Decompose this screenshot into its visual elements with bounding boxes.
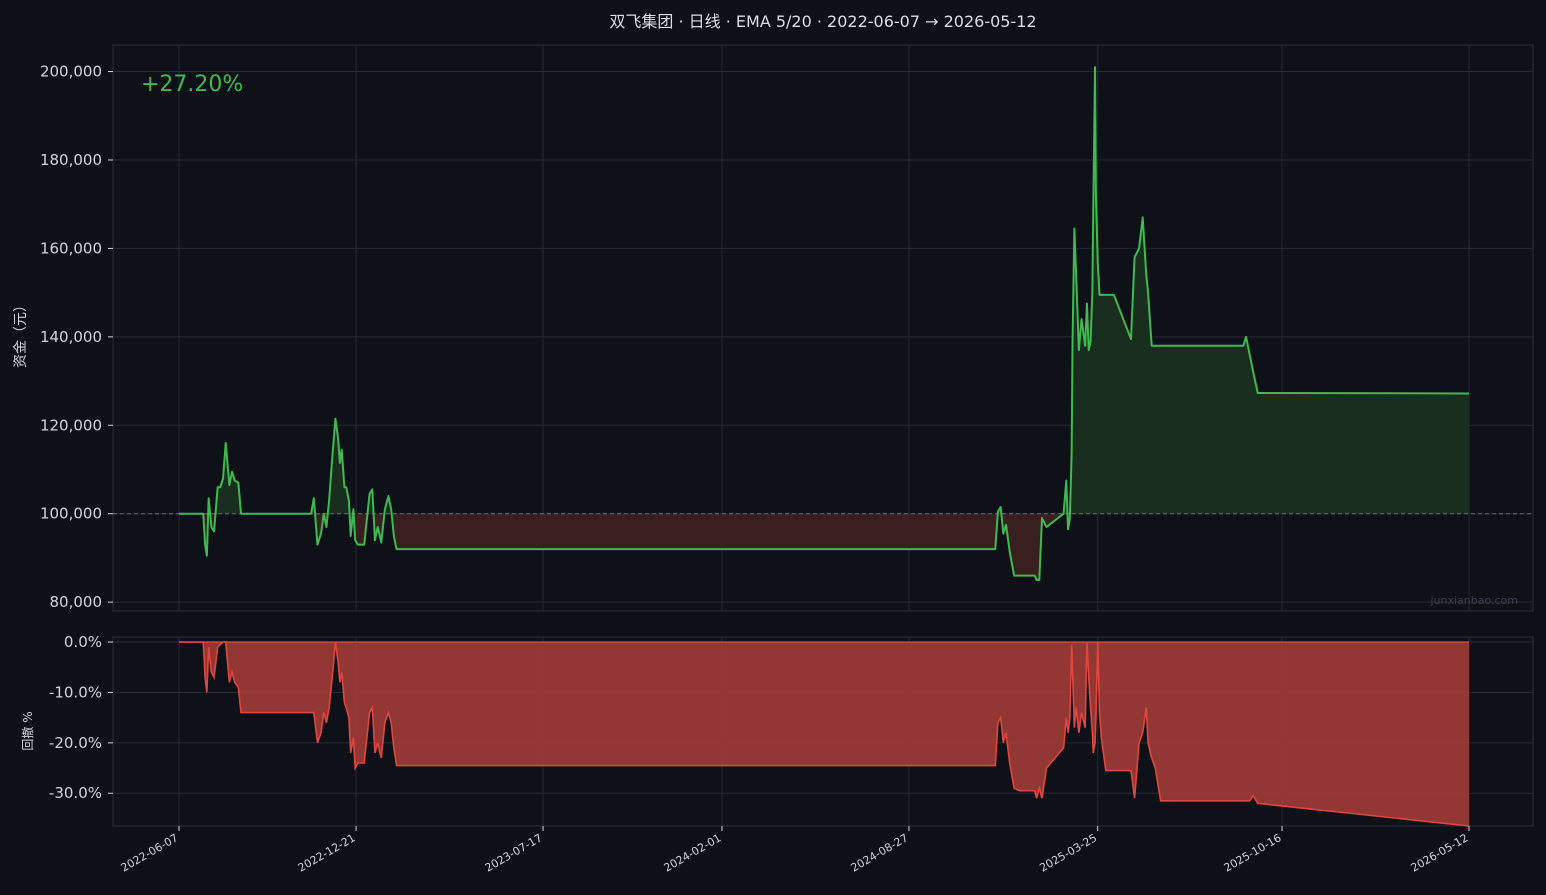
equity-y-axis-label: 资金（元） xyxy=(13,298,29,368)
y-tick-label: 180,000 xyxy=(40,151,102,169)
drawdown-y-axis-label: 回撤 % xyxy=(20,711,35,750)
y-tick-label: -20.0% xyxy=(49,734,102,752)
y-tick-label: 200,000 xyxy=(40,63,102,81)
backtest-chart: 双飞集团 · 日线 · EMA 5/20 · 2022-06-07 → 2026… xyxy=(13,12,1534,875)
return-label: +27.20% xyxy=(141,72,243,97)
y-tick-label: -30.0% xyxy=(49,784,102,802)
x-tick-label: 2022-06-07 xyxy=(119,831,181,874)
y-tick-label: 100,000 xyxy=(40,505,102,523)
x-axis-ticks: 2022-06-07 2022-12-21 2023-07-17 2024-02-01… xyxy=(119,826,1471,875)
watermark: junxianbao.com xyxy=(1429,594,1518,607)
x-tick-label: 2025-03-25 xyxy=(1037,831,1099,874)
x-tick-label: 2023-07-17 xyxy=(483,831,545,874)
drawdown-y-ticks: 0.0% -10.0% -20.0% -30.0% xyxy=(49,633,113,802)
x-tick-label: 2022-12-21 xyxy=(296,831,358,874)
y-tick-label: 0.0% xyxy=(64,633,102,651)
y-tick-label: 80,000 xyxy=(50,593,103,611)
y-tick-label: 120,000 xyxy=(40,416,102,434)
x-tick-label: 2024-02-01 xyxy=(662,831,724,874)
x-tick-label: 2024-08-27 xyxy=(849,831,911,874)
x-tick-label: 2025-10-16 xyxy=(1222,831,1284,874)
equity-y-ticks: 80,000 100,000 120,000 140,000 160,000 180,00… xyxy=(40,63,113,611)
x-tick-label: 2026-05-12 xyxy=(1409,831,1471,874)
y-tick-label: 140,000 xyxy=(40,328,102,346)
y-tick-label: -10.0% xyxy=(49,683,102,701)
y-tick-label: 160,000 xyxy=(40,239,102,257)
chart-title: 双飞集团 · 日线 · EMA 5/20 · 2022-06-07 → 2026… xyxy=(609,12,1036,31)
